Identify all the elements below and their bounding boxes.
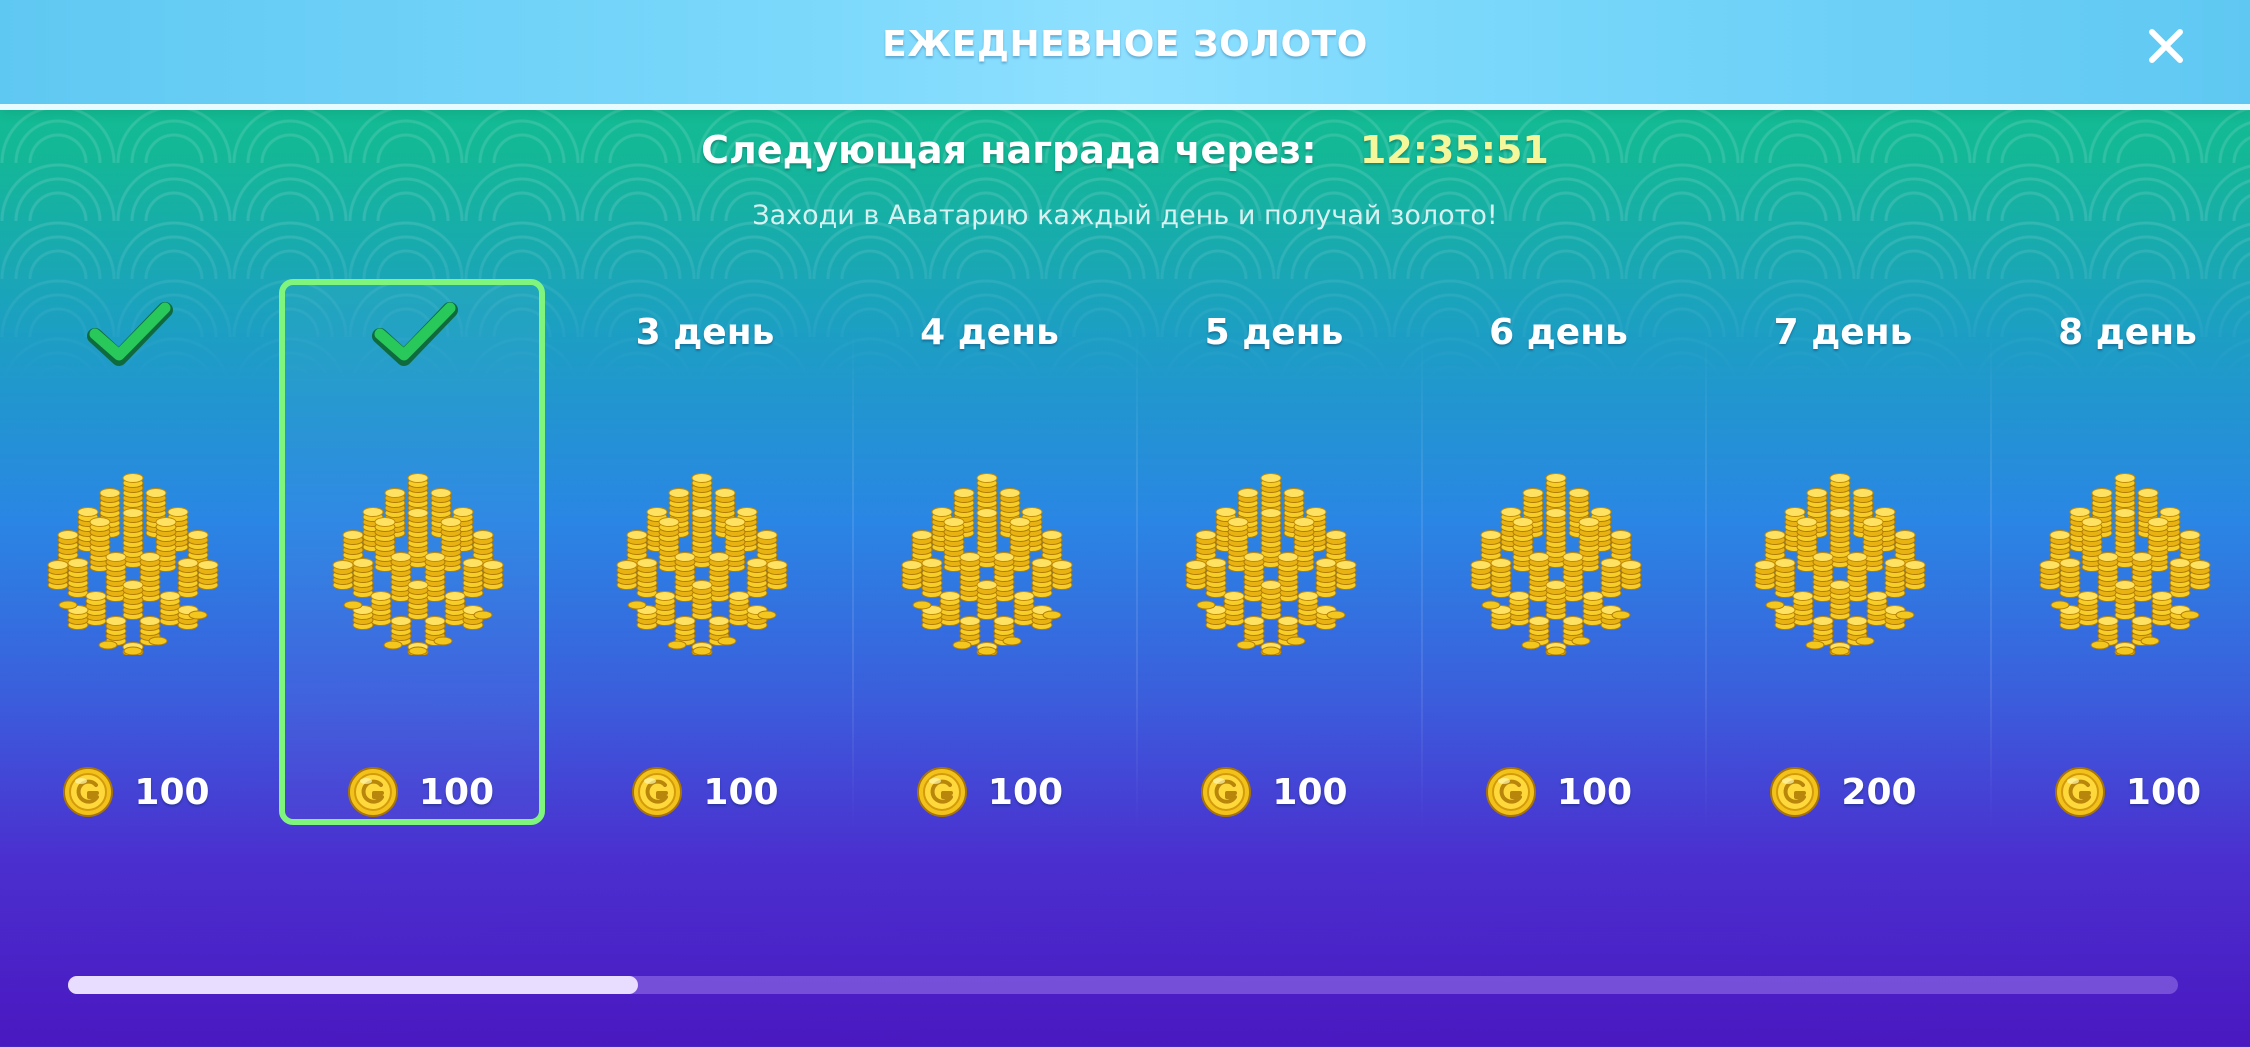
- reward-amount-row: 100: [854, 766, 1126, 818]
- gold-coin-icon: [1201, 767, 1252, 817]
- next-reward-timer: 12:35:51: [1359, 128, 1549, 172]
- gold-coin-icon: [1485, 767, 1536, 817]
- gold-pile-icon: [901, 473, 1072, 655]
- gold-pile-icon: [1754, 473, 1926, 655]
- day-card[interactable]: 6 день 100: [1423, 270, 1695, 850]
- gold-pile-icon: [332, 473, 503, 655]
- day-card[interactable]: 100: [278, 270, 557, 850]
- checkmark-icon: [87, 302, 173, 366]
- reward-amount-row: 100: [0, 766, 272, 818]
- gold-pile-icon: [1185, 473, 1357, 655]
- gold-coin-icon: [2054, 767, 2105, 817]
- day-label: 6 день: [1489, 312, 1628, 353]
- reward-amount: 200: [1841, 771, 1917, 813]
- gold-coin-icon: [916, 767, 967, 817]
- checkmark-icon: [371, 302, 458, 366]
- next-reward-row: Следующая награда через: 12:35:51: [0, 128, 2250, 172]
- reward-amount-row: 200: [1707, 766, 1979, 818]
- gold-coin-icon: [632, 767, 683, 817]
- day-cards: 100 100 3 день 100 4 день 100 5 день 100 6 день 1…: [0, 270, 2250, 850]
- reward-amount-row: 100: [1138, 766, 1410, 818]
- gold-coin-icon: [1770, 767, 1821, 817]
- reward-amount-row: 100: [569, 766, 841, 818]
- card-divider: [851, 330, 854, 830]
- day-card[interactable]: 100: [0, 270, 272, 850]
- card-divider: [1989, 330, 1992, 830]
- reward-amount: 100: [2125, 771, 2202, 813]
- horizontal-scrollbar[interactable]: [68, 976, 2178, 994]
- day-card[interactable]: 3 день 100: [569, 270, 841, 850]
- card-divider: [1420, 330, 1423, 830]
- reward-amount: 100: [1556, 771, 1633, 813]
- header-bar: ЕЖЕДНЕВНОЕ ЗОЛОТО: [0, 0, 2250, 110]
- reward-amount: 100: [987, 771, 1064, 813]
- reward-amount-row: 100: [285, 766, 557, 818]
- reward-amount-row: 100: [1992, 766, 2250, 818]
- reward-amount: 100: [418, 771, 495, 813]
- next-reward-label: Следующая награда через:: [701, 128, 1317, 172]
- day-label: 7 день: [1773, 312, 1913, 353]
- day-label: 5 день: [1204, 312, 1344, 353]
- day-card[interactable]: 4 день 100: [854, 270, 1126, 850]
- gold-coin-icon: [63, 767, 114, 817]
- close-icon[interactable]: [2142, 22, 2190, 70]
- reward-amount: 100: [134, 771, 210, 813]
- reward-amount: 100: [1272, 771, 1348, 813]
- day-card[interactable]: 5 день 100: [1138, 270, 1410, 850]
- reward-amount: 100: [703, 771, 779, 813]
- day-label: 3 день: [635, 312, 775, 353]
- gold-pile-icon: [47, 473, 219, 655]
- card-divider: [1705, 330, 1707, 830]
- day-label: 4 день: [920, 312, 1059, 353]
- gold-coin-icon: [347, 767, 398, 817]
- day-card[interactable]: 8 день 100: [1992, 270, 2250, 850]
- gold-pile-icon: [616, 473, 788, 655]
- reward-amount-row: 100: [1423, 766, 1695, 818]
- gold-pile-icon: [2039, 473, 2210, 655]
- dialog-title: ЕЖЕДНЕВНОЕ ЗОЛОТО: [882, 24, 1368, 65]
- gold-pile-icon: [1470, 473, 1641, 655]
- day-card[interactable]: 7 день 200: [1707, 270, 1979, 850]
- day-label: 8 день: [2058, 312, 2197, 353]
- subtitle: Заходи в Аватарию каждый день и получай …: [752, 200, 1498, 231]
- scrollbar-thumb[interactable]: [68, 976, 638, 994]
- card-divider: [1136, 330, 1138, 830]
